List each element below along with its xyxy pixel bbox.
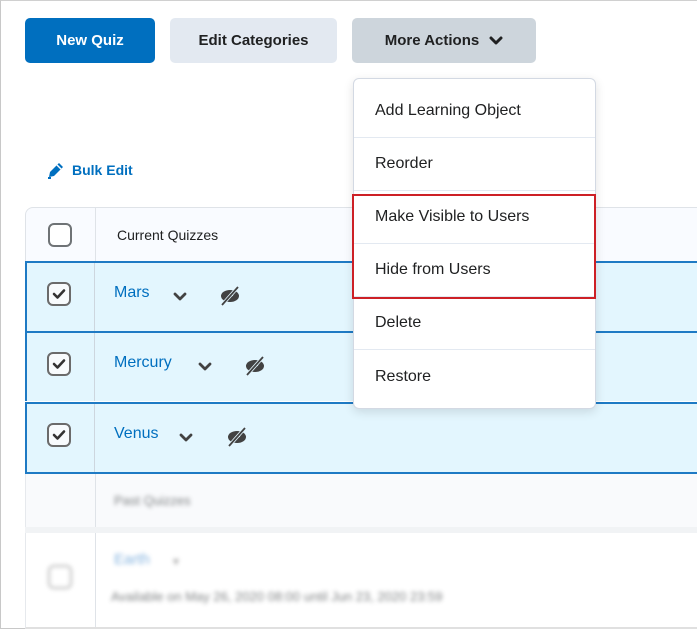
column-divider (95, 533, 96, 627)
menu-item-hide-from-users[interactable]: Hide from Users (354, 244, 595, 297)
eye-slash-icon (220, 285, 240, 307)
row-checkbox[interactable] (48, 565, 72, 589)
quiz-link-earth[interactable]: Earth (114, 551, 150, 568)
menu-item-reorder[interactable]: Reorder (354, 138, 595, 191)
table-row: Venus (25, 402, 697, 474)
row-checkbox[interactable] (47, 423, 71, 447)
checkmark-icon (52, 430, 66, 440)
row-checkbox[interactable] (47, 352, 71, 376)
table-row: Earth ▼ Available on May 26, 2020 08:00 … (25, 533, 697, 629)
current-quizzes-header: Current Quizzes (117, 227, 219, 243)
edit-categories-button[interactable]: Edit Categories (170, 18, 337, 63)
group-header-row: Past Quizzes (25, 474, 697, 529)
row-checkbox[interactable] (47, 282, 71, 306)
bulk-edit-link[interactable]: Bulk Edit (46, 160, 133, 180)
quiz-link-mercury[interactable]: Mercury (114, 354, 172, 372)
more-actions-button[interactable]: More Actions (352, 18, 536, 63)
more-actions-menu: Add Learning Object Reorder Make Visible… (353, 78, 596, 409)
chevron-down-icon[interactable]: ▼ (171, 557, 181, 568)
quiz-link-venus[interactable]: Venus (114, 425, 158, 443)
eye-slash-icon (227, 426, 247, 448)
select-all-checkbox[interactable] (48, 223, 72, 247)
menu-item-make-visible[interactable]: Make Visible to Users (354, 191, 595, 244)
chevron-down-icon (489, 36, 503, 44)
column-divider (94, 333, 95, 401)
eye-slash-icon (245, 355, 265, 377)
menu-item-add-learning-object[interactable]: Add Learning Object (354, 85, 595, 138)
checkmark-icon (52, 289, 66, 299)
quiz-link-mars[interactable]: Mars (114, 284, 150, 302)
group-label: Past Quizzes (114, 493, 191, 508)
column-divider (94, 404, 95, 472)
checkmark-icon (52, 359, 66, 369)
menu-item-restore[interactable]: Restore (354, 350, 595, 403)
pencil-icon (48, 163, 63, 179)
chevron-down-icon[interactable] (179, 433, 193, 443)
column-divider (95, 208, 96, 261)
availability-text: Available on May 26, 2020 08:00 until Ju… (111, 589, 443, 604)
new-quiz-button[interactable]: New Quiz (25, 18, 155, 63)
more-actions-label: More Actions (384, 32, 480, 49)
column-divider (94, 263, 95, 331)
menu-item-delete[interactable]: Delete (354, 297, 595, 350)
chevron-down-icon[interactable] (198, 362, 212, 372)
chevron-down-icon[interactable] (173, 292, 187, 302)
column-divider (95, 474, 96, 529)
bulk-edit-label: Bulk Edit (72, 162, 133, 178)
